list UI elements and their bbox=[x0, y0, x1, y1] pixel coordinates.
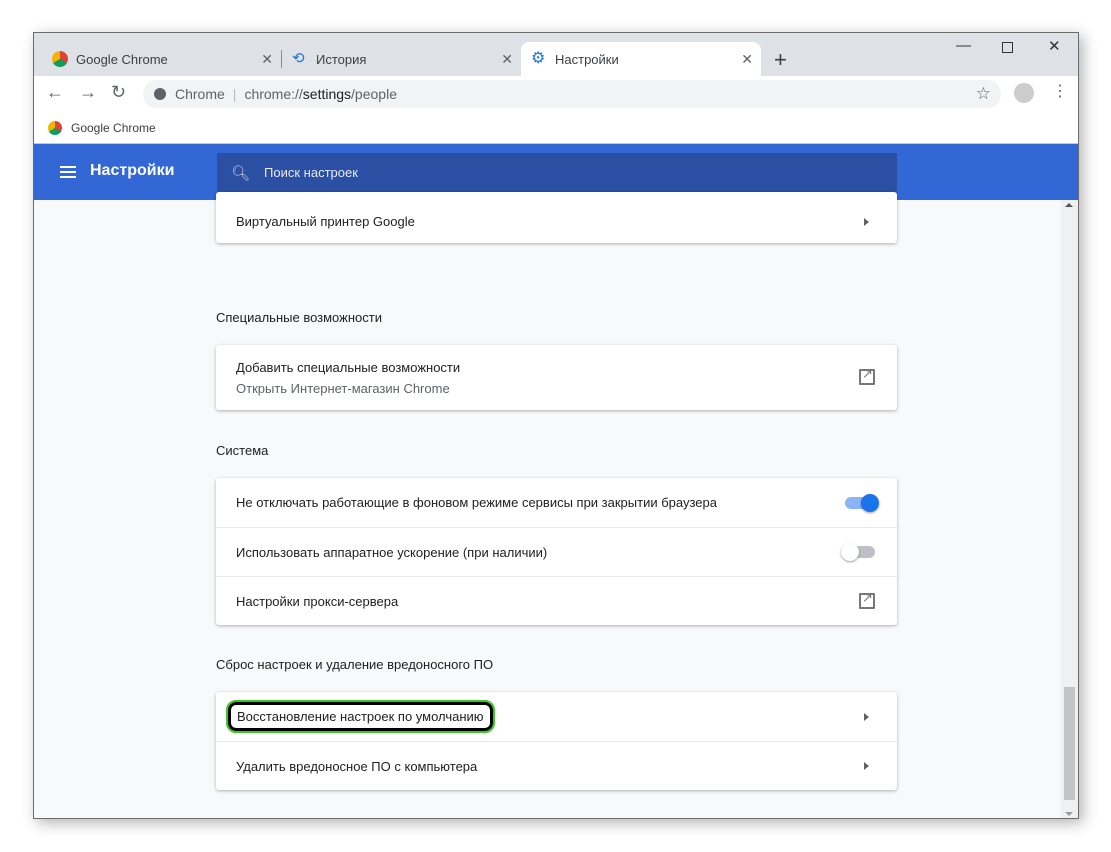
minimize-button[interactable]: — bbox=[956, 37, 971, 54]
proxy-settings-row[interactable]: Настройки прокси-сервера bbox=[216, 576, 897, 625]
tab-label: История bbox=[316, 51, 367, 67]
tab-label: Google Chrome bbox=[76, 51, 168, 67]
menu-icon[interactable]: ⋮ bbox=[1052, 81, 1068, 101]
hardware-acceleration-toggle[interactable] bbox=[841, 543, 875, 561]
highlighted-restore-defaults: Восстановление настроек по умолчанию bbox=[226, 700, 495, 733]
scroll-down-arrow-icon[interactable] bbox=[1065, 812, 1073, 816]
cleanup-computer-row[interactable]: Удалить вредоносное ПО с компьютера bbox=[216, 741, 897, 790]
external-link-icon bbox=[859, 366, 875, 385]
browser-window: Google Chrome ✕ ⟲ История ✕ ⚙ Настройки … bbox=[33, 32, 1079, 819]
search-input[interactable]: 🔍︎ Поиск настроек bbox=[217, 153, 897, 192]
chevron-right-icon bbox=[864, 217, 869, 226]
accessibility-card: Добавить специальные возможности Открыть… bbox=[216, 345, 897, 410]
tab-settings[interactable]: ⚙ Настройки ✕ bbox=[521, 42, 761, 76]
close-window-button[interactable]: ✕ bbox=[1048, 37, 1061, 55]
tab-strip: Google Chrome ✕ ⟲ История ✕ ⚙ Настройки … bbox=[34, 33, 1078, 76]
toolbar: ← → ↻ Chrome | chrome://settings/people … bbox=[34, 76, 1078, 112]
close-tab-icon[interactable]: ✕ bbox=[501, 51, 513, 68]
history-icon: ⟲ bbox=[292, 50, 305, 67]
search-placeholder: Поиск настроек bbox=[264, 165, 358, 180]
chrome-icon bbox=[52, 51, 68, 67]
scrollbar[interactable] bbox=[1061, 200, 1078, 818]
chrome-icon bbox=[48, 120, 62, 135]
bookmark-google-chrome[interactable]: Google Chrome bbox=[48, 120, 156, 135]
restore-defaults-row[interactable]: Восстановление настроек по умолчанию bbox=[216, 692, 897, 741]
scrollbar-thumb[interactable] bbox=[1064, 687, 1075, 800]
settings-content: Виртуальный принтер Google Специальные в… bbox=[34, 192, 1062, 818]
section-title-accessibility: Специальные возможности bbox=[216, 310, 382, 325]
menu-hamburger-icon[interactable] bbox=[60, 166, 76, 178]
search-icon: 🔍︎ bbox=[231, 164, 251, 182]
profile-avatar[interactable] bbox=[1014, 83, 1034, 103]
reload-button[interactable]: ↻ bbox=[111, 82, 126, 103]
background-apps-toggle[interactable] bbox=[845, 493, 879, 512]
star-icon[interactable]: ☆ bbox=[976, 84, 991, 104]
url-text: chrome://settings/people bbox=[244, 86, 397, 102]
printer-card: Виртуальный принтер Google bbox=[216, 192, 897, 243]
tab-label: Настройки bbox=[555, 51, 619, 67]
close-tab-icon[interactable]: ✕ bbox=[741, 51, 753, 68]
new-tab-button[interactable]: + bbox=[774, 47, 787, 73]
maximize-button[interactable] bbox=[1002, 42, 1013, 53]
system-card: Не отключать работающие в фоновом режиме… bbox=[216, 478, 897, 625]
gear-icon: ⚙ bbox=[531, 50, 546, 67]
bookmarks-bar: Google Chrome bbox=[34, 112, 1078, 144]
page-title: Настройки bbox=[90, 162, 175, 179]
reset-card: Восстановление настроек по умолчанию Уда… bbox=[216, 692, 897, 790]
address-bar[interactable]: Chrome | chrome://settings/people ☆ bbox=[143, 80, 1001, 108]
forward-button[interactable]: → bbox=[79, 82, 97, 103]
chrome-icon bbox=[154, 88, 166, 100]
chevron-right-icon bbox=[864, 762, 869, 770]
tab-google-chrome[interactable]: Google Chrome ✕ bbox=[34, 42, 281, 76]
tab-history[interactable]: ⟲ История ✕ bbox=[274, 42, 521, 76]
scroll-up-arrow-icon[interactable] bbox=[1065, 203, 1073, 207]
chevron-right-icon bbox=[864, 712, 869, 721]
add-accessibility-row[interactable]: Добавить специальные возможности Открыть… bbox=[216, 345, 897, 410]
external-link-icon bbox=[859, 590, 875, 609]
hardware-acceleration-row: Использовать аппаратное ускорение (при н… bbox=[216, 527, 897, 576]
cloud-print-row[interactable]: Виртуальный принтер Google bbox=[216, 192, 897, 243]
section-title-system: Система bbox=[216, 443, 269, 458]
section-title-reset: Сброс настроек и удаление вредоносного П… bbox=[216, 657, 494, 672]
close-tab-icon[interactable]: ✕ bbox=[261, 51, 273, 68]
background-apps-row: Не отключать работающие в фоновом режиме… bbox=[216, 478, 897, 527]
back-button[interactable]: ← bbox=[46, 82, 64, 103]
site-label: Chrome bbox=[175, 86, 225, 102]
